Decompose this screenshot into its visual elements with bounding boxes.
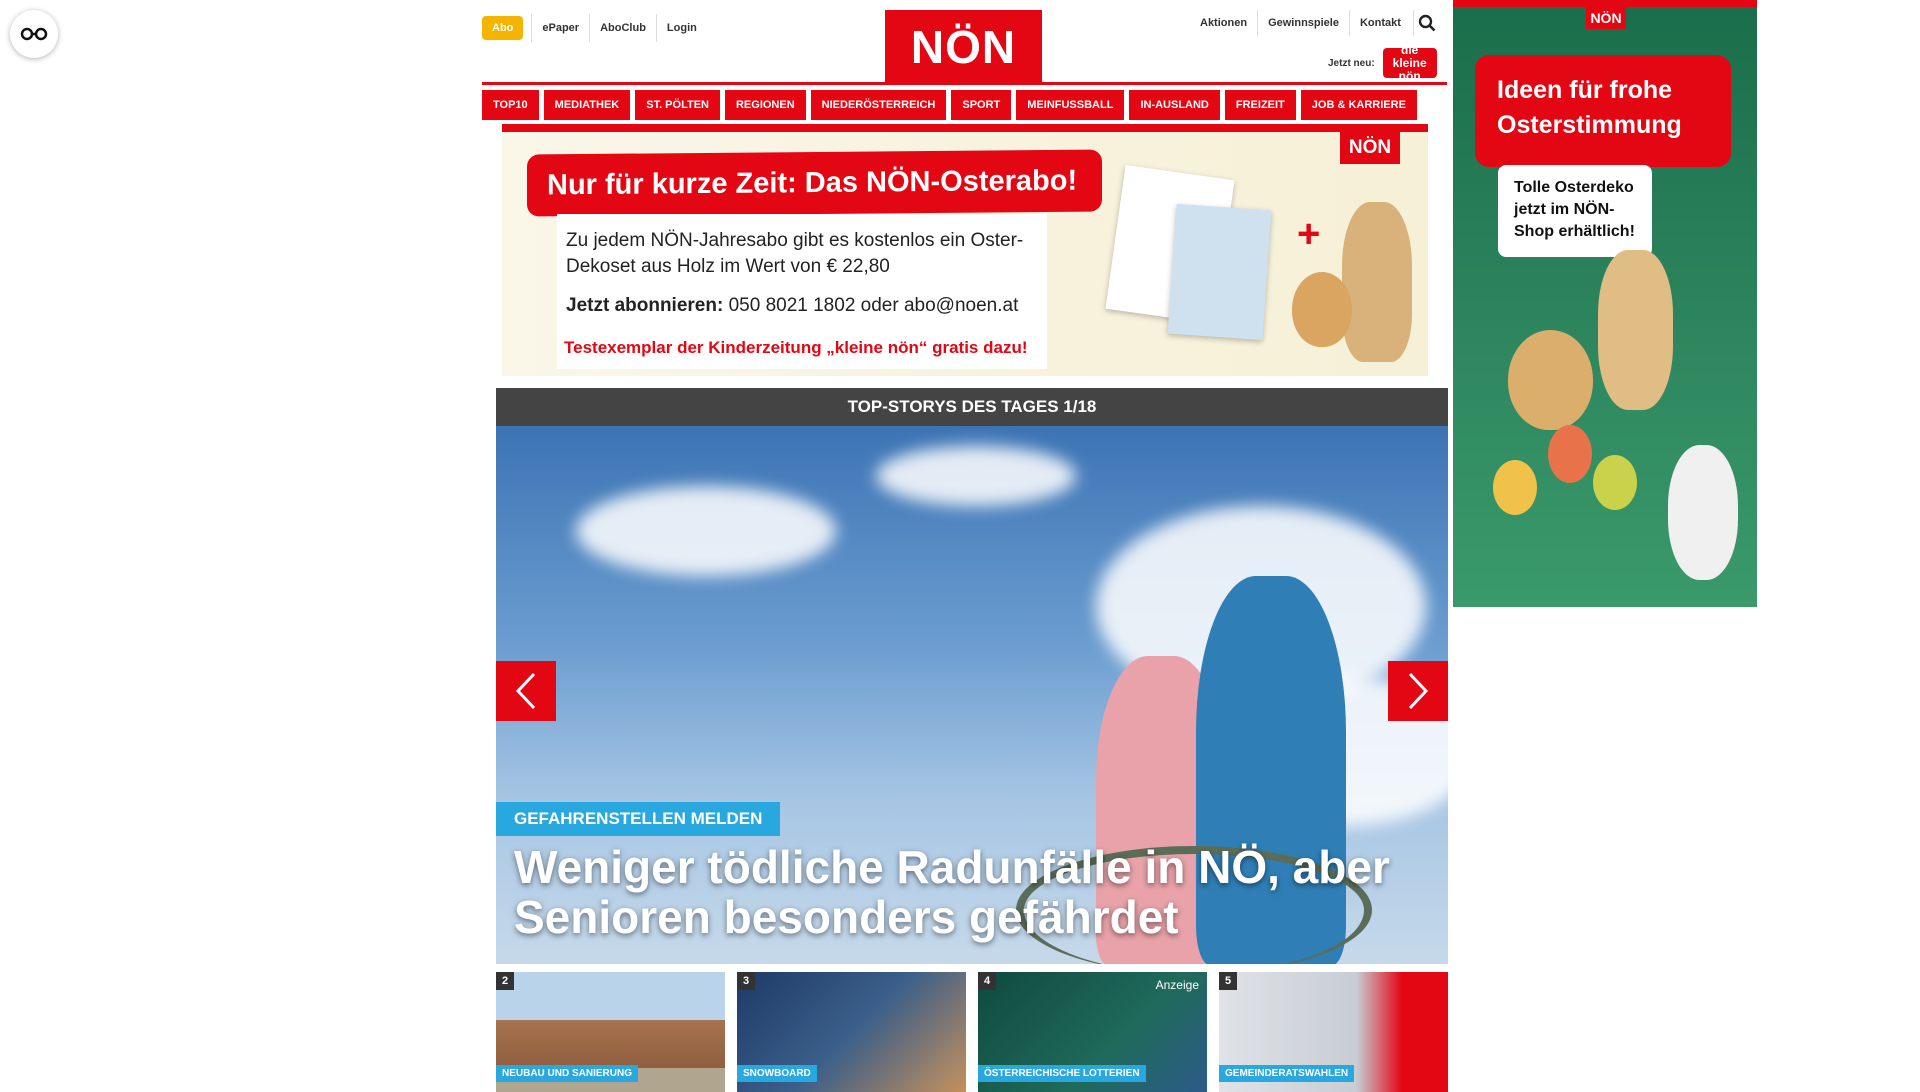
- nav-item-st-poelten[interactable]: ST. PÖLTEN: [635, 90, 720, 120]
- thumbnail-number: 3: [737, 972, 756, 990]
- top-stories-slider: TOP-STORYS DES TAGES 1/18 GEFAHRENSTELLE…: [496, 388, 1448, 964]
- story-thumbnail[interactable]: 4 Anzeige Österreichische Lotterien: [978, 972, 1207, 1092]
- nav-item-mediathek[interactable]: MEDIATHEK: [543, 90, 631, 120]
- chevron-left-icon: [515, 672, 536, 710]
- thumbnail-category: Gemeinderatswahlen: [1219, 1065, 1355, 1082]
- thumbnail-number: 2: [496, 972, 515, 990]
- easter-egg-image: [1548, 425, 1592, 483]
- main-navigation: TOP10 MEDIATHEK ST. PÖLTEN REGIONEN NIED…: [482, 90, 1417, 120]
- slider-prev-button[interactable]: [496, 661, 556, 721]
- banner-headline: Nur für kurze Zeit: Das NÖN-Osterabo!: [527, 149, 1102, 217]
- banner-contact-details: 050 8021 1802 oder abo@noen.at: [723, 295, 1019, 316]
- gewinnspiele-link[interactable]: Gewinnspiele: [1257, 10, 1349, 36]
- kleine-noen-badge[interactable]: die kleine nön: [1382, 43, 1437, 82]
- banner-text: Zu jedem NÖN-Jahresabo gibt es kostenlos…: [566, 230, 1024, 277]
- osterdeko-sidebar-ad[interactable]: NÖN Ideen für frohe Osterstimmung Tolle …: [1453, 0, 1757, 607]
- nav-item-job-karriere[interactable]: JOB & KARRIERE: [1300, 90, 1417, 120]
- top-utility-bar: Abo ePaper AboClub Login: [482, 14, 707, 42]
- thumbnail-category: Neubau und Sanierung: [496, 1065, 639, 1082]
- thumbnail-number: 4: [978, 972, 997, 990]
- rabbit-image: [1668, 445, 1738, 580]
- wooden-egg-image: [1292, 272, 1352, 347]
- jetzt-neu-label: Jetzt neu:: [1328, 57, 1375, 69]
- thumbnail-category: Österreichische Lotterien: [978, 1065, 1146, 1082]
- search-button[interactable]: [1412, 10, 1440, 36]
- abo-button[interactable]: Abo: [482, 16, 524, 40]
- jetzt-neu: Jetzt neu: die kleine nön: [1328, 43, 1437, 82]
- epaper-link[interactable]: ePaper: [531, 14, 589, 42]
- slider-image[interactable]: GEFAHRENSTELLEN MELDEN Weniger tödliche …: [496, 426, 1448, 964]
- banner-offer: Testexemplar der Kinderzeitung „kleine n…: [564, 338, 1028, 357]
- story-thumbnails: 2 Neubau und Sanierung 3 Snowboard 4 Anz…: [496, 972, 1448, 1092]
- nav-item-in-ausland[interactable]: IN-AUSLAND: [1129, 90, 1220, 120]
- slider-next-button[interactable]: [1388, 661, 1448, 721]
- nav-item-sport[interactable]: SPORT: [951, 90, 1012, 120]
- sidead-brand-logo: NÖN: [1586, 7, 1626, 29]
- nav-item-freizeit[interactable]: FREIZEIT: [1224, 90, 1296, 120]
- story-title[interactable]: Weniger tödliche Radunfälle in NÖ, aber …: [514, 842, 1414, 942]
- banner-contact: Jetzt abonnieren: 050 8021 1802 oder abo…: [566, 295, 1018, 317]
- kids-newspaper-image: [1167, 203, 1272, 341]
- chevron-right-icon: [1408, 672, 1429, 710]
- banner-contact-label: Jetzt abonnieren:: [566, 295, 724, 316]
- nav-item-top10[interactable]: TOP10: [482, 90, 539, 120]
- search-icon: [1418, 14, 1436, 32]
- easter-egg-image: [1593, 455, 1637, 510]
- story-thumbnail[interactable]: 2 Neubau und Sanierung: [496, 972, 725, 1092]
- easter-egg-image: [1493, 460, 1537, 515]
- slider-header: TOP-STORYS DES TAGES 1/18: [496, 388, 1448, 426]
- accessibility-button[interactable]: [10, 10, 58, 58]
- sidead-headline: Ideen für frohe Osterstimmung: [1475, 55, 1731, 167]
- nav-item-regionen[interactable]: REGIONEN: [724, 90, 806, 120]
- thumbnail-category: Snowboard: [737, 1065, 817, 1082]
- ad-top-stripe: [1453, 0, 1757, 7]
- login-link[interactable]: Login: [655, 14, 707, 42]
- header-divider: [482, 82, 1447, 85]
- nav-item-meinfussball[interactable]: MEINFUSSBALL: [1016, 90, 1125, 120]
- wooden-bunny-image: [1598, 250, 1673, 410]
- story-thumbnail[interactable]: 3 Snowboard: [737, 972, 966, 1092]
- thumbnail-number: 5: [1219, 972, 1238, 990]
- aboclub-link[interactable]: AboClub: [589, 14, 656, 42]
- cloud: [876, 446, 1076, 506]
- site-logo[interactable]: NÖN: [885, 10, 1042, 83]
- glasses-icon: [20, 27, 48, 41]
- aktionen-link[interactable]: Aktionen: [1190, 10, 1257, 36]
- top-right-links: Aktionen Gewinnspiele Kontakt: [1190, 10, 1440, 36]
- cloud: [576, 486, 836, 576]
- kontakt-link[interactable]: Kontakt: [1348, 10, 1411, 36]
- banner-brand-logo: NÖN: [1340, 132, 1400, 164]
- ad-label: Anzeige: [1155, 978, 1199, 992]
- story-category-tag[interactable]: GEFAHRENSTELLEN MELDEN: [496, 802, 781, 836]
- plus-icon: +: [1297, 212, 1321, 256]
- sidead-card-text: Tolle Osterdeko jetzt im NÖN-Shop erhält…: [1498, 165, 1652, 257]
- story-thumbnail[interactable]: 5 Gemeinderatswahlen: [1219, 972, 1448, 1092]
- osterabo-banner-ad[interactable]: Nur für kurze Zeit: Das NÖN-Osterabo! Zu…: [502, 124, 1428, 376]
- wooden-bunny-image: [1342, 202, 1412, 362]
- wooden-egg-image: [1508, 330, 1593, 430]
- nav-item-niederoesterreich[interactable]: NIEDERÖSTERREICH: [810, 90, 947, 120]
